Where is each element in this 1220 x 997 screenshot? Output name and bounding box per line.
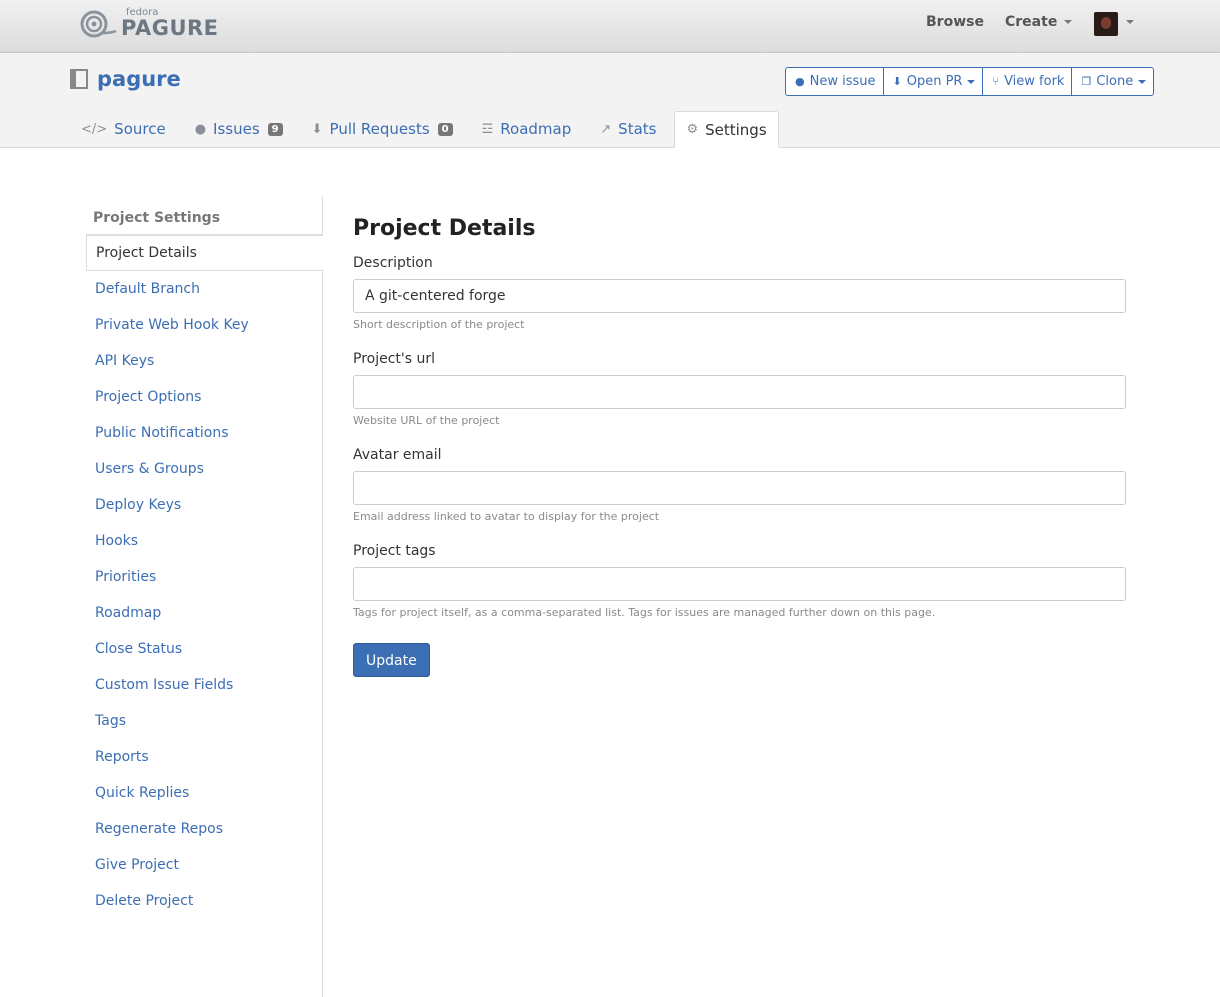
- sidebar-item-hooks[interactable]: Hooks: [86, 523, 322, 559]
- sidebar-item-reports[interactable]: Reports: [86, 739, 322, 775]
- tab-label: Stats: [618, 120, 657, 138]
- sidebar-item-project-details[interactable]: Project Details: [86, 235, 323, 271]
- project-tags-group: Project tags Tags for project itself, as…: [353, 543, 1126, 619]
- fork-icon: ⑂: [992, 75, 1000, 88]
- sidebar-item-close-status[interactable]: Close Status: [86, 631, 322, 667]
- sidebar-item-api-keys[interactable]: API Keys: [86, 343, 322, 379]
- caret-down-icon: [1138, 79, 1147, 84]
- project-tags-help: Tags for project itself, as a comma-sepa…: [353, 606, 936, 619]
- sidebar-heading: Project Settings: [86, 196, 322, 235]
- project-name-link[interactable]: pagure: [97, 67, 181, 91]
- copy-icon: ❐: [1081, 75, 1092, 88]
- avatar-email-group: Avatar email Email address linked to ava…: [353, 447, 1126, 523]
- description-group: Description Short description of the pro…: [353, 255, 1126, 331]
- project-tags-label: Project tags: [353, 543, 436, 559]
- code-icon: </>: [81, 121, 108, 137]
- user-avatar[interactable]: [1094, 12, 1118, 36]
- issues-count-badge: 9: [267, 122, 283, 136]
- avatar-email-label: Avatar email: [353, 447, 442, 463]
- pagure-snail-icon: [80, 10, 117, 37]
- caret-down-icon: [967, 79, 976, 84]
- exclamation-icon: ●: [194, 121, 207, 137]
- gears-icon: ⚙: [686, 122, 699, 137]
- view-fork-button[interactable]: ⑂ View fork: [983, 68, 1073, 95]
- download-circle-icon: ⬇: [892, 75, 902, 88]
- chart-icon: ↗: [600, 121, 612, 137]
- sidebar-item-deploy-keys[interactable]: Deploy Keys: [86, 487, 322, 523]
- sidebar-item-delete-project[interactable]: Delete Project: [86, 883, 322, 919]
- tab-pull-requests[interactable]: ⬇ Pull Requests 0: [301, 111, 464, 147]
- sidebar-item-default-branch[interactable]: Default Branch: [86, 271, 322, 307]
- create-menu[interactable]: Create: [1005, 14, 1073, 30]
- tab-issues[interactable]: ● Issues 9: [184, 111, 294, 147]
- create-label: Create: [1005, 14, 1058, 30]
- sidebar-item-tags[interactable]: Tags: [86, 703, 322, 739]
- description-label: Description: [353, 255, 433, 271]
- avatar-email-help: Email address linked to avatar to displa…: [353, 510, 660, 523]
- open-pr-label: Open PR: [906, 74, 963, 89]
- project-tags-input[interactable]: [353, 567, 1126, 601]
- logo-pagure-text: PAGURE: [121, 16, 219, 40]
- sidebar-item-private-web-hook-key[interactable]: Private Web Hook Key: [86, 307, 322, 343]
- pagure-logo[interactable]: fedora PAGURE: [79, 8, 219, 39]
- description-input[interactable]: [353, 279, 1126, 313]
- project-url-label: Project's url: [353, 351, 436, 367]
- project-tabs: </> Source ● Issues 9 ⬇ Pull Requests 0 ☲ Road…: [70, 111, 786, 148]
- sidebar-item-users-groups[interactable]: Users & Groups: [86, 451, 322, 487]
- sidebar-item-public-notifications[interactable]: Public Notifications: [86, 415, 322, 451]
- tab-label: Issues: [213, 120, 260, 138]
- tab-label: Roadmap: [500, 120, 572, 138]
- caret-down-icon: [1064, 20, 1073, 24]
- page-title: Project Details: [353, 216, 536, 241]
- project-actions: ● New issue ⬇ Open PR ⑂ View fork ❐ Clone: [785, 67, 1155, 96]
- project-title: pagure: [70, 67, 181, 91]
- tab-stats[interactable]: ↗ Stats: [589, 111, 667, 147]
- view-fork-label: View fork: [1004, 74, 1065, 89]
- new-issue-label: New issue: [809, 74, 876, 89]
- pull-request-icon: ⬇: [311, 121, 323, 137]
- project-details-form: Project Details Description Short descri…: [353, 196, 1126, 677]
- tab-settings[interactable]: ⚙ Settings: [674, 111, 779, 148]
- project-url-input[interactable]: [353, 375, 1126, 409]
- tab-roadmap[interactable]: ☲ Roadmap: [471, 111, 583, 147]
- tab-source[interactable]: </> Source: [70, 111, 177, 147]
- project-header: pagure ● New issue ⬇ Open PR ⑂ View fork ❐ C…: [0, 53, 1220, 148]
- description-help: Short description of the project: [353, 318, 525, 331]
- sidebar-item-roadmap[interactable]: Roadmap: [86, 595, 322, 631]
- repo-icon: [70, 69, 88, 89]
- sidebar-item-priorities[interactable]: Priorities: [86, 559, 322, 595]
- project-url-help: Website URL of the project: [353, 414, 500, 427]
- settings-sidebar: Project Settings Project Details Default…: [86, 196, 323, 997]
- new-issue-button[interactable]: ● New issue: [786, 68, 884, 95]
- pr-count-badge: 0: [437, 122, 453, 136]
- top-navbar: fedora PAGURE Browse Create: [0, 0, 1220, 53]
- exclamation-circle-icon: ●: [795, 75, 805, 88]
- signpost-icon: ☲: [481, 121, 494, 137]
- tab-label: Source: [114, 120, 166, 138]
- url-group: Project's url Website URL of the project: [353, 351, 1126, 427]
- clone-button[interactable]: ❐ Clone: [1072, 68, 1153, 95]
- avatar-email-input[interactable]: [353, 471, 1126, 505]
- open-pr-button[interactable]: ⬇ Open PR: [884, 68, 984, 95]
- clone-label: Clone: [1096, 74, 1134, 89]
- sidebar-item-custom-issue-fields[interactable]: Custom Issue Fields: [86, 667, 322, 703]
- update-button[interactable]: Update: [353, 643, 430, 677]
- user-menu-caret-icon[interactable]: [1126, 20, 1134, 24]
- browse-link[interactable]: Browse: [926, 14, 984, 30]
- tab-label: Pull Requests: [329, 120, 430, 138]
- tab-label: Settings: [705, 120, 767, 139]
- sidebar-item-quick-replies[interactable]: Quick Replies: [86, 775, 322, 811]
- sidebar-item-project-options[interactable]: Project Options: [86, 379, 322, 415]
- sidebar-item-give-project[interactable]: Give Project: [86, 847, 322, 883]
- sidebar-item-regenerate-repos[interactable]: Regenerate Repos: [86, 811, 322, 847]
